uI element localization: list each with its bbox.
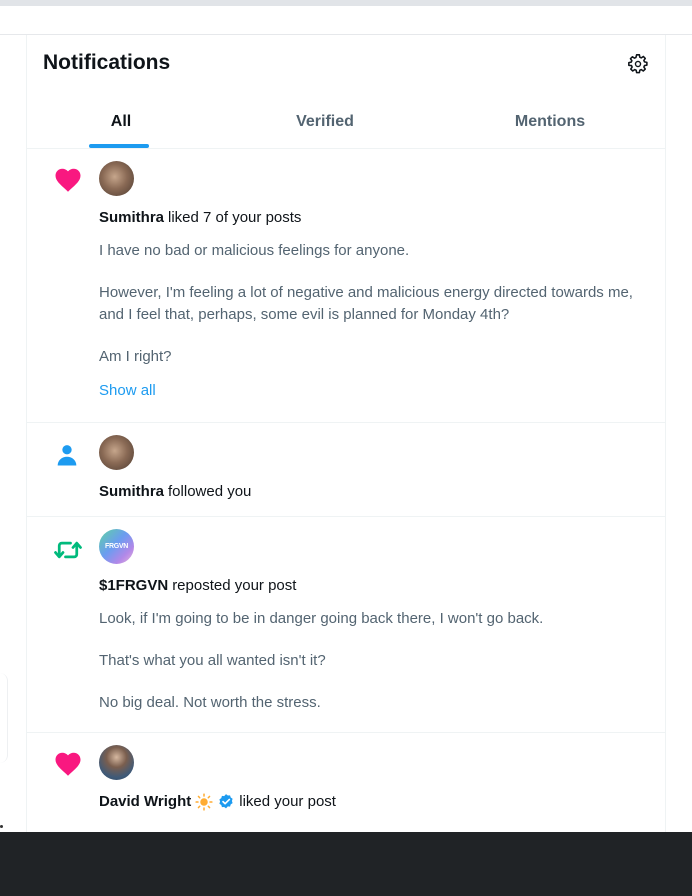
heart-icon <box>53 165 83 195</box>
notification-item[interactable]: FRGVN $1FRGVN reposted your post Look, i… <box>27 517 665 733</box>
post-paragraph: However, I'm feeling a lot of negative a… <box>99 284 633 323</box>
post-paragraph: Look, if I'm going to be in danger going… <box>99 610 544 627</box>
notification-headline: Sumithra followed you <box>99 482 649 502</box>
notifications-panel: Notifications All Verified Mentions Sumi… <box>26 35 666 832</box>
actor-name[interactable]: David Wright <box>99 792 191 812</box>
left-edge-dot <box>0 825 3 828</box>
notification-action: followed you <box>168 483 252 500</box>
notification-headline: Sumithra liked 7 of your posts <box>99 208 649 228</box>
post-paragraph: Am I right? <box>99 348 172 365</box>
notification-item[interactable]: Sumithra liked 7 of your posts I have no… <box>27 149 665 423</box>
notification-headline: $1FRGVN reposted your post <box>99 576 649 596</box>
actor-name[interactable]: Sumithra <box>99 208 164 228</box>
avatar[interactable] <box>99 435 134 470</box>
page-title: Notifications <box>43 51 171 74</box>
tab-mentions[interactable]: Mentions <box>435 95 665 148</box>
actor-name[interactable]: Sumithra <box>99 482 164 502</box>
notification-item[interactable]: David Wright liked your post <box>27 733 665 832</box>
notification-action: liked your post <box>239 793 336 810</box>
notification-action: liked 7 of your posts <box>168 209 302 226</box>
post-paragraph: That's what you all wanted isn't it? <box>99 652 326 669</box>
tab-verified[interactable]: Verified <box>215 95 435 148</box>
notification-item[interactable]: Sumithra followed you <box>27 423 665 517</box>
heart-icon <box>53 749 83 779</box>
left-edge-card <box>0 673 8 763</box>
notification-action: reposted your post <box>172 577 297 594</box>
sun-emoji-icon <box>195 793 213 811</box>
browser-top-strip <box>0 0 692 6</box>
avatar[interactable] <box>99 161 134 196</box>
bottom-bar <box>0 832 692 896</box>
avatar[interactable] <box>99 745 134 780</box>
notification-tabs: All Verified Mentions <box>27 95 665 149</box>
actor-name[interactable]: $1FRGVN <box>99 576 168 596</box>
left-column <box>0 35 26 832</box>
post-paragraph: No big deal. Not worth the stress. <box>99 694 321 711</box>
post-preview: I have no bad or malicious feelings for … <box>99 240 649 368</box>
notifications-header: Notifications <box>27 35 665 95</box>
avatar[interactable]: FRGVN <box>99 529 134 564</box>
post-paragraph: I have no bad or malicious feelings for … <box>99 242 410 259</box>
post-preview: Look, if I'm going to be in danger going… <box>99 608 649 714</box>
person-icon <box>53 441 83 471</box>
tab-all[interactable]: All <box>27 95 215 148</box>
show-all-link[interactable]: Show all <box>99 382 156 399</box>
verified-badge-icon[interactable] <box>217 793 235 811</box>
avatar-text: FRGVN <box>104 543 128 550</box>
notification-headline: David Wright liked your post <box>99 792 649 812</box>
gear-icon[interactable] <box>627 53 649 75</box>
repost-icon <box>53 535 83 565</box>
